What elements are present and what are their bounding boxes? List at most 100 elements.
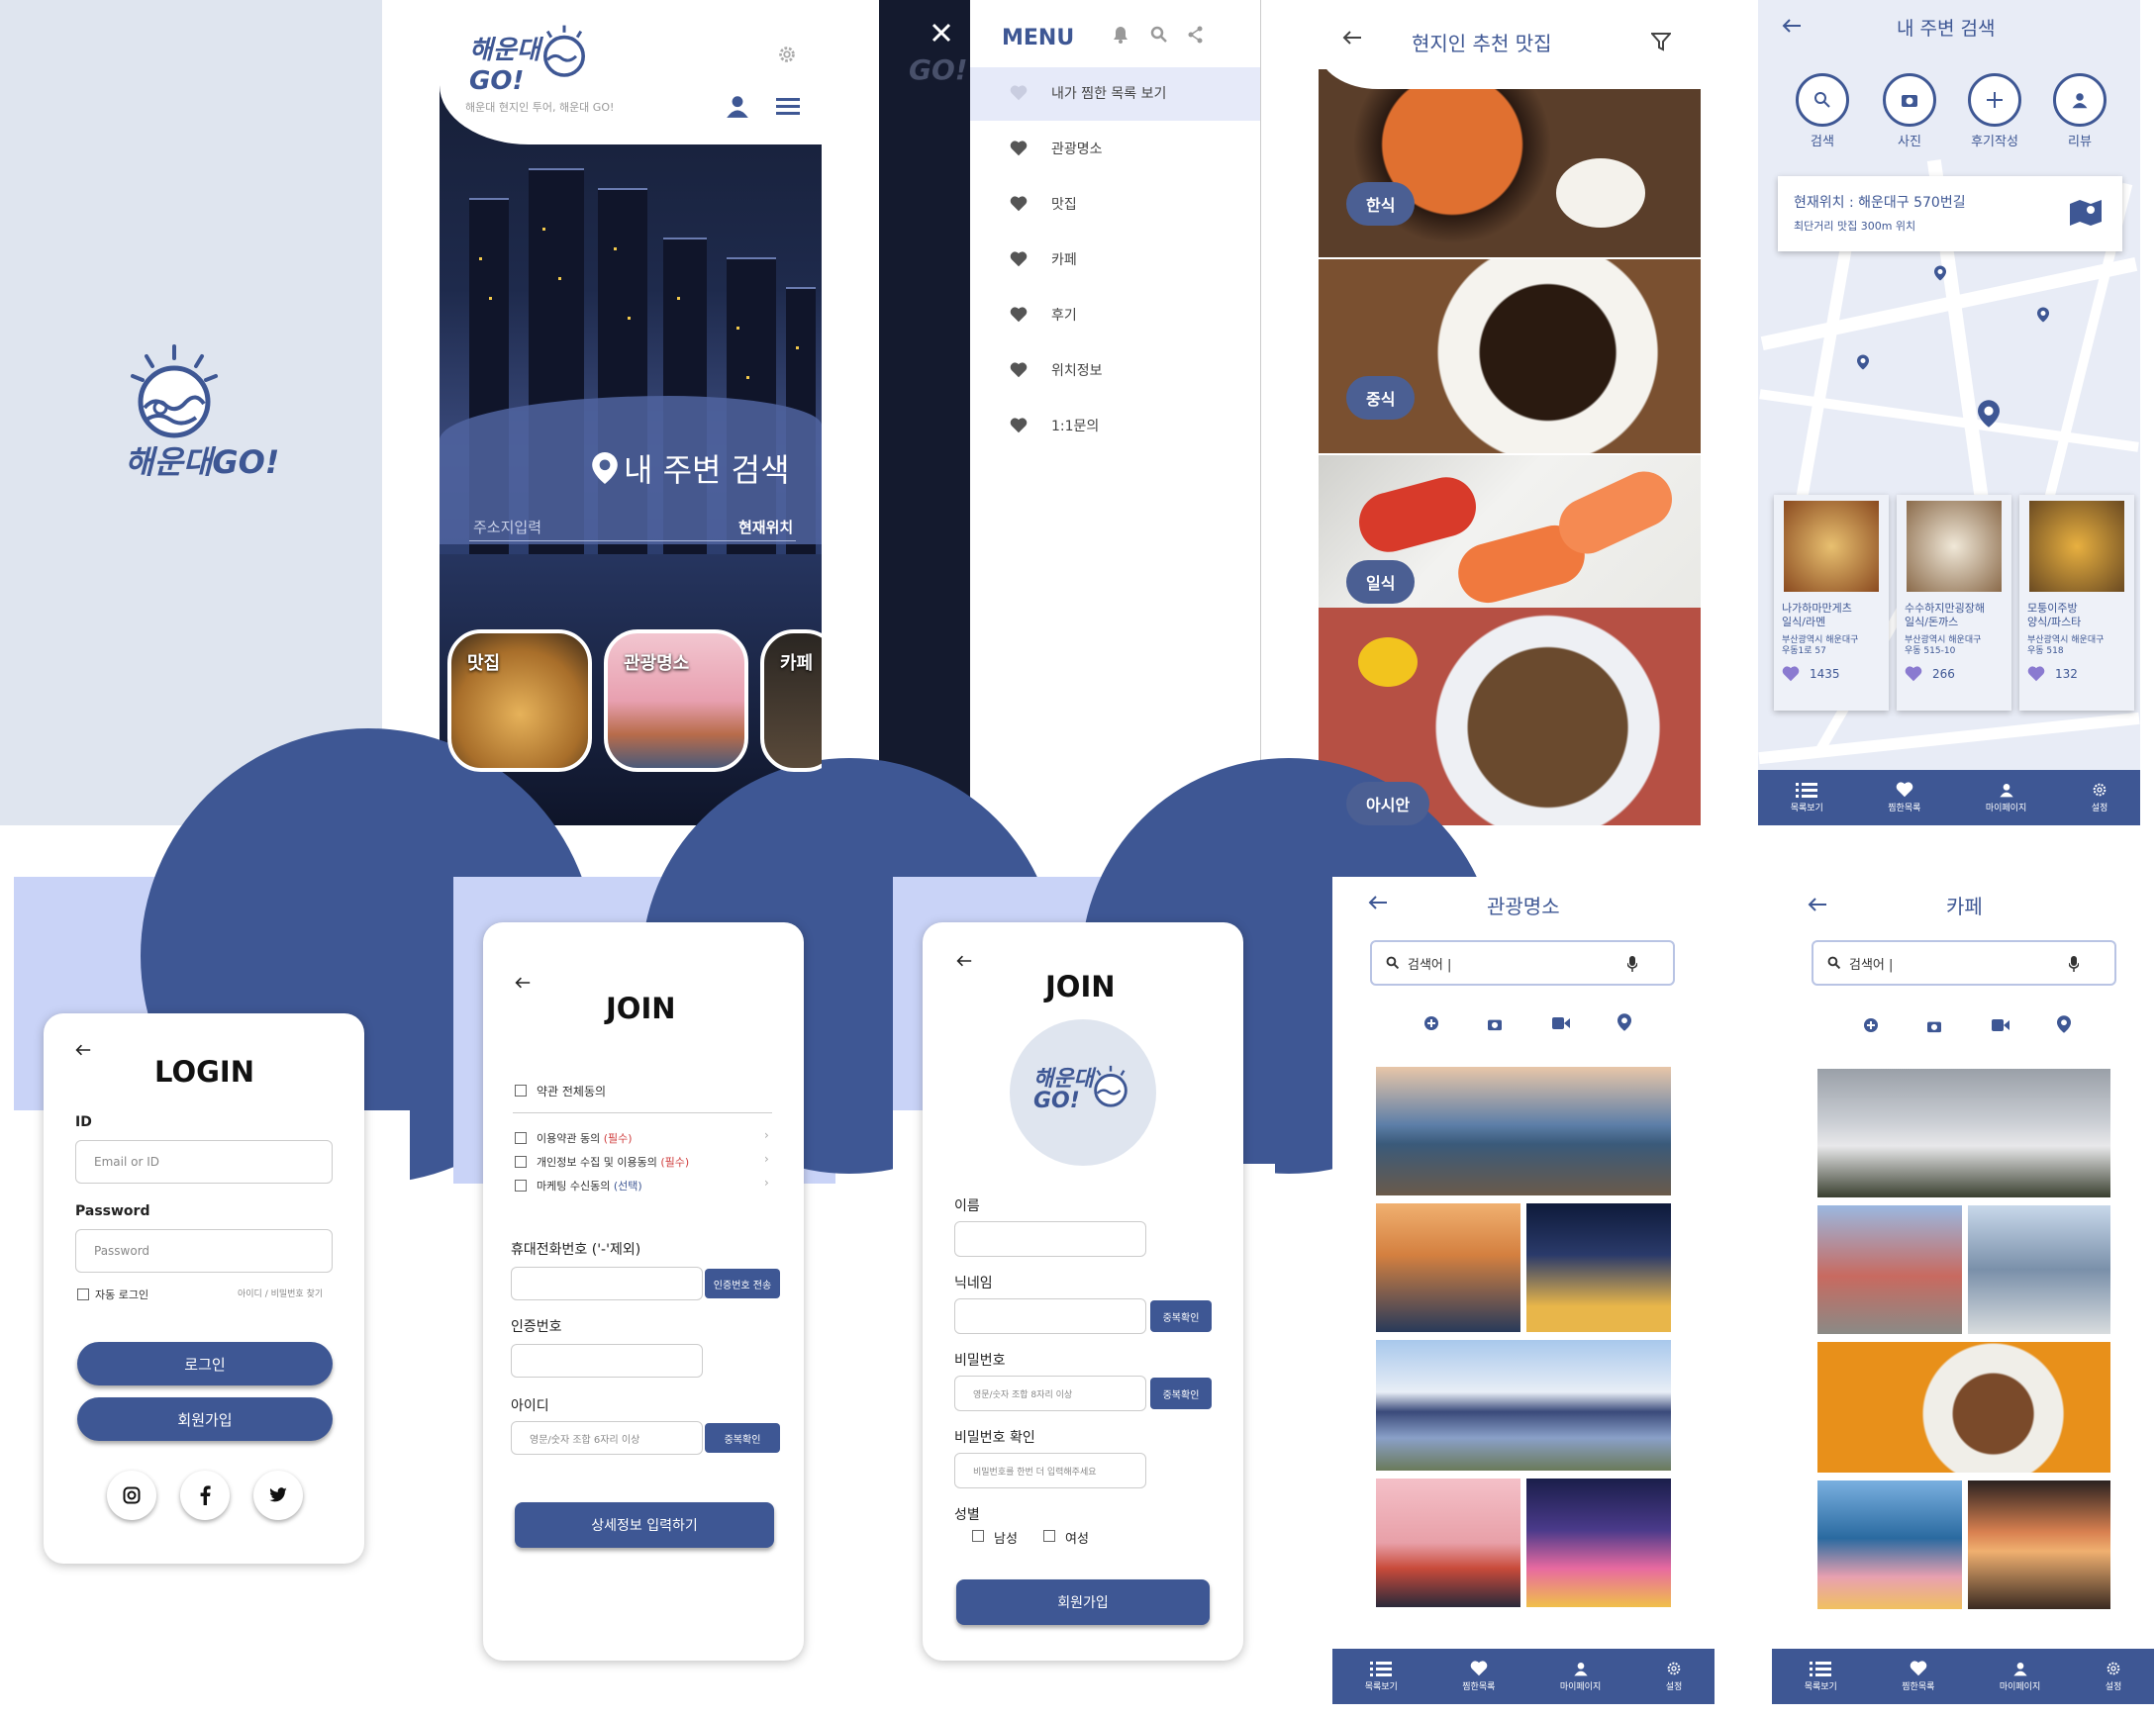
id-input[interactable]: 영문/숫자 조합 6자리 이상 <box>511 1421 703 1455</box>
photo-temple[interactable] <box>1376 1067 1671 1195</box>
male-checkbox[interactable] <box>972 1530 984 1542</box>
map-pin-icon[interactable] <box>1934 265 1946 281</box>
map-icon[interactable] <box>2069 198 2103 228</box>
search-button[interactable] <box>1796 73 1849 127</box>
password-input[interactable]: Password <box>75 1229 333 1273</box>
nickname-input[interactable] <box>954 1298 1146 1334</box>
video-icon[interactable] <box>1992 1019 2009 1031</box>
gear-icon[interactable] <box>776 44 798 65</box>
location-pin-icon[interactable] <box>1617 1013 1631 1031</box>
place-card[interactable]: 나가하마만게츠 일식/라멘 부산광역시 해운대구 우동1로 57 1435 <box>1774 495 1889 711</box>
write-review-button[interactable] <box>1968 73 2021 127</box>
map-pin-icon[interactable] <box>2037 307 2049 323</box>
tab-settings[interactable]: 설정 <box>1666 1661 1682 1692</box>
menu-item[interactable]: 내가 찜한 목록 보기 <box>1010 83 1166 103</box>
phone-input[interactable] <box>511 1267 703 1300</box>
camera-icon[interactable] <box>1487 1017 1503 1031</box>
signup-submit-button[interactable]: 회원가입 <box>956 1579 1210 1625</box>
auto-login-checkbox[interactable] <box>77 1288 89 1300</box>
back-arrow-icon[interactable] <box>515 976 531 990</box>
search-input[interactable]: 검색어 | <box>1812 940 2116 986</box>
photo-cafe-dessert[interactable] <box>1817 1342 2110 1473</box>
share-icon[interactable] <box>1188 26 1204 44</box>
nickname-duplicate-check-button[interactable]: 중복확인 <box>1150 1300 1212 1332</box>
female-checkbox[interactable] <box>1043 1530 1055 1542</box>
photo-cafe-red-house[interactable] <box>1817 1205 1962 1334</box>
name-input[interactable] <box>954 1221 1146 1257</box>
twitter-icon[interactable] <box>253 1471 303 1520</box>
chevron-right-icon[interactable]: › <box>764 1128 769 1142</box>
category-card-restaurant[interactable]: 맛집 <box>447 629 592 772</box>
login-button[interactable]: 로그인 <box>77 1342 333 1385</box>
agree-all-checkbox[interactable] <box>515 1085 527 1097</box>
photo-train[interactable] <box>1376 1340 1671 1471</box>
category-card-tourism[interactable]: 관광명소 <box>604 629 748 772</box>
tab-mypage[interactable]: 마이페이지 <box>1560 1661 1601 1692</box>
menu-item[interactable]: 1:1문의 <box>1010 416 1099 435</box>
profile-avatar[interactable]: 해운대 GO! <box>1010 1019 1156 1166</box>
term-checkbox[interactable] <box>515 1132 527 1144</box>
tab-settings[interactable]: 설정 <box>2092 782 2107 813</box>
chevron-right-icon[interactable]: › <box>764 1152 769 1166</box>
user-icon[interactable] <box>725 93 750 119</box>
menu-item[interactable]: 후기 <box>1010 305 1077 325</box>
facebook-icon[interactable] <box>180 1471 230 1520</box>
menu-item[interactable]: 위치정보 <box>1010 360 1103 380</box>
back-arrow-icon[interactable] <box>1368 895 1388 910</box>
filter-icon[interactable] <box>1651 32 1671 51</box>
photo-pier[interactable] <box>1376 1203 1520 1332</box>
send-code-button[interactable]: 인증번호 전송 <box>705 1269 780 1298</box>
dimmed-overlay[interactable]: GO! <box>879 0 970 825</box>
photo-button[interactable] <box>1883 73 1936 127</box>
chevron-right-icon[interactable]: › <box>764 1176 769 1190</box>
tab-favorites[interactable]: 찜한목록 <box>1888 782 1920 813</box>
category-tag-chinese[interactable]: 중식 <box>1346 376 1416 420</box>
id-input[interactable]: Email or ID <box>75 1140 333 1184</box>
photo-capsule[interactable] <box>1376 1479 1520 1607</box>
tab-mypage[interactable]: 마이페이지 <box>1986 782 2026 813</box>
back-arrow-icon[interactable] <box>1782 18 1802 34</box>
bell-icon[interactable] <box>1113 26 1128 44</box>
menu-item[interactable]: 관광명소 <box>1010 139 1103 158</box>
tab-favorites[interactable]: 찜한목록 <box>1902 1661 1934 1692</box>
review-button[interactable] <box>2053 73 2107 127</box>
photo-cafe-cake[interactable] <box>1817 1480 1962 1609</box>
plus-circle-icon[interactable] <box>1423 1015 1439 1031</box>
tab-settings[interactable]: 설정 <box>2106 1661 2121 1692</box>
hamburger-menu-icon[interactable] <box>776 97 800 117</box>
term-checkbox[interactable] <box>515 1156 527 1168</box>
photo-cafe-building[interactable] <box>1817 1069 2110 1197</box>
instagram-icon[interactable] <box>107 1471 156 1520</box>
signup-button[interactable]: 회원가입 <box>77 1397 333 1441</box>
tab-list[interactable]: 목록보기 <box>1805 1661 1837 1692</box>
photo-cafe-sunset-window[interactable] <box>1968 1480 2110 1609</box>
plus-circle-icon[interactable] <box>1863 1017 1879 1033</box>
map-pin-icon[interactable] <box>1978 400 2000 428</box>
password-confirm-input[interactable]: 비밀번호를 한번 더 입력해주세요 <box>954 1453 1146 1488</box>
current-location-button[interactable]: 현재위치 <box>738 517 793 537</box>
tab-favorites[interactable]: 찜한목록 <box>1462 1661 1495 1692</box>
nearby-search-link[interactable]: 내 주변 검색 <box>592 445 790 491</box>
tab-list[interactable]: 목록보기 <box>1365 1661 1398 1692</box>
photo-night-bridge[interactable] <box>1526 1479 1671 1607</box>
menu-item[interactable]: 맛집 <box>1010 194 1077 214</box>
place-card[interactable]: 수수하지만굉장해 일식/돈까스 부산광역시 해운대구 우동 515-10 266 <box>1897 495 2011 711</box>
map-pin-icon[interactable] <box>1857 354 1869 370</box>
category-tag-asian[interactable]: 아시안 <box>1346 782 1430 825</box>
detail-info-button[interactable]: 상세정보 입력하기 <box>515 1502 774 1548</box>
tab-mypage[interactable]: 마이페이지 <box>2000 1661 2040 1692</box>
back-arrow-icon[interactable] <box>1342 30 1362 46</box>
microphone-icon[interactable] <box>1627 956 1637 972</box>
term-checkbox[interactable] <box>515 1180 527 1192</box>
place-card[interactable]: 모퉁이주방 양식/파스타 부산광역시 해운대구 우동 518 132 <box>2019 495 2134 711</box>
camera-icon[interactable] <box>1926 1019 1942 1033</box>
photo-night-city[interactable] <box>1526 1203 1671 1332</box>
category-tag-japanese[interactable]: 일식 <box>1346 560 1416 604</box>
find-account-link[interactable]: 아이디 / 비밀번호 찾기 <box>238 1287 323 1299</box>
video-icon[interactable] <box>1552 1017 1570 1029</box>
id-duplicate-check-button[interactable]: 중복확인 <box>705 1423 780 1453</box>
password-input[interactable]: 영문/숫자 조합 8자리 이상 <box>954 1376 1146 1411</box>
search-icon[interactable] <box>1150 26 1168 44</box>
search-input[interactable]: 검색어 | <box>1370 940 1675 986</box>
photo-cafe-ocean-view[interactable] <box>1968 1205 2110 1334</box>
